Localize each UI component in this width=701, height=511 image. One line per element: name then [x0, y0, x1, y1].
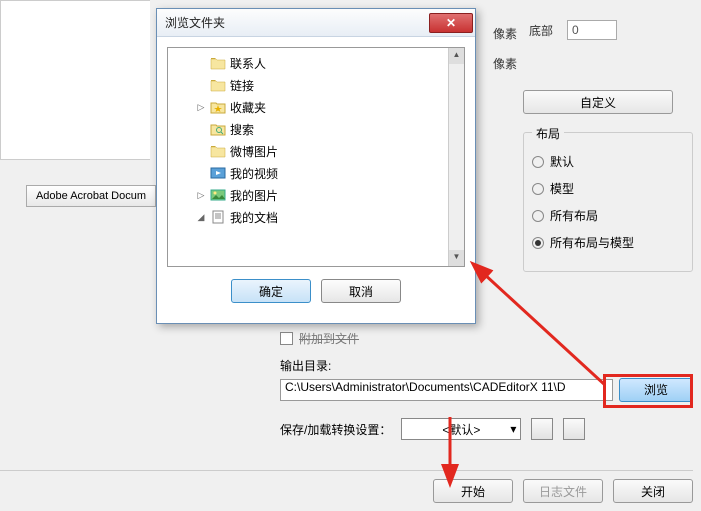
log-button[interactable]: 日志文件 [523, 479, 603, 503]
custom-button[interactable]: 自定义 [523, 90, 673, 114]
tree-item-label: 微博图片 [230, 143, 278, 160]
bottom-input[interactable] [567, 20, 617, 40]
folder-icon [210, 144, 226, 158]
scroll-down-button[interactable]: ▼ [449, 250, 464, 266]
expander-icon[interactable]: ▷ [196, 102, 206, 113]
tree-item[interactable]: 链接 [170, 74, 462, 96]
layout-group-title: 布局 [532, 125, 564, 142]
layout-group: 布局 默认 模型 所有布局 所有布局与模型 [523, 132, 693, 272]
px-label-1: 像素 [493, 25, 517, 42]
tree-item-label: 我的文档 [230, 209, 278, 226]
folder-icon [210, 188, 226, 202]
tree-scrollbar[interactable]: ▲ ▼ [448, 48, 464, 266]
tree-item-label: 链接 [230, 77, 254, 94]
preset-add-button[interactable] [531, 418, 553, 440]
tree-item[interactable]: ▷ 我的图片 [170, 184, 462, 206]
tree-item[interactable]: 我的视频 [170, 162, 462, 184]
dialog-title: 浏览文件夹 [165, 14, 429, 31]
output-dir-input[interactable]: C:\Users\Administrator\Documents\CADEdit… [280, 379, 613, 401]
px-label-2: 像素 [493, 55, 517, 72]
expander-icon[interactable]: ◢ [196, 212, 206, 223]
folder-icon [210, 56, 226, 70]
tree-item-label: 联系人 [230, 55, 266, 72]
layout-radio-label: 所有布局 [550, 207, 598, 224]
tree-item[interactable]: ▷ 收藏夹 [170, 96, 462, 118]
layout-radio-model[interactable]: 模型 [532, 180, 684, 197]
folder-icon [210, 122, 226, 136]
folder-icon [210, 210, 226, 224]
preset-remove-button[interactable] [563, 418, 585, 440]
attach-file-row[interactable]: 附加到文件 [280, 330, 693, 347]
browse-folder-dialog: 浏览文件夹 ✕ 联系人链接 ▷ 收藏夹搜索微博图片我的视频 ▷ 我的图片 ◢ 我的文档 ▲ … [156, 8, 476, 324]
dialog-cancel-button[interactable]: 取消 [321, 279, 401, 303]
tree-item-label: 搜索 [230, 121, 254, 138]
folder-icon [210, 100, 226, 114]
dialog-titlebar[interactable]: 浏览文件夹 ✕ [157, 9, 475, 37]
attach-file-label: 附加到文件 [299, 330, 359, 347]
folder-icon [210, 166, 226, 180]
layout-radio-label: 所有布局与模型 [550, 234, 634, 251]
preset-select[interactable]: <默认> [401, 418, 521, 440]
filetype-button[interactable]: Adobe Acrobat Docum [26, 185, 156, 207]
scroll-up-button[interactable]: ▲ [449, 48, 464, 64]
tree-item-label: 我的视频 [230, 165, 278, 182]
layout-radio-all[interactable]: 所有布局 [532, 207, 684, 224]
output-dir-label: 输出目录: [280, 357, 693, 374]
preview-panel [0, 0, 150, 160]
tree-item-label: 收藏夹 [230, 99, 266, 116]
bottom-button-bar: 开始 日志文件 关闭 [0, 470, 693, 503]
folder-icon [210, 78, 226, 92]
layout-radio-label: 默认 [550, 153, 574, 170]
tree-item-label: 我的图片 [230, 187, 278, 204]
tree-item[interactable]: 搜索 [170, 118, 462, 140]
layout-radio-label: 模型 [550, 180, 574, 197]
close-button[interactable]: 关闭 [613, 479, 693, 503]
tree-item[interactable]: 联系人 [170, 52, 462, 74]
tree-item[interactable]: 微博图片 [170, 140, 462, 162]
preset-value: <默认> [442, 421, 480, 438]
dialog-ok-button[interactable]: 确定 [231, 279, 311, 303]
dialog-close-button[interactable]: ✕ [429, 13, 473, 33]
expander-icon[interactable]: ▷ [196, 190, 206, 201]
layout-radio-default[interactable]: 默认 [532, 153, 684, 170]
layout-radio-allmodel[interactable]: 所有布局与模型 [532, 234, 684, 251]
output-section: 附加到文件 输出目录: C:\Users\Administrator\Docum… [280, 330, 693, 440]
save-settings-label: 保存/加载转换设置： [280, 421, 391, 438]
tree-item[interactable]: ◢ 我的文档 [170, 206, 462, 228]
folder-tree[interactable]: 联系人链接 ▷ 收藏夹搜索微博图片我的视频 ▷ 我的图片 ◢ 我的文档 ▲ ▼ [167, 47, 465, 267]
start-button[interactable]: 开始 [433, 479, 513, 503]
bottom-label: 底部 [529, 22, 559, 39]
close-icon: ✕ [446, 16, 456, 30]
attach-file-checkbox[interactable] [280, 332, 293, 345]
browse-button[interactable]: 浏览 [619, 378, 693, 402]
